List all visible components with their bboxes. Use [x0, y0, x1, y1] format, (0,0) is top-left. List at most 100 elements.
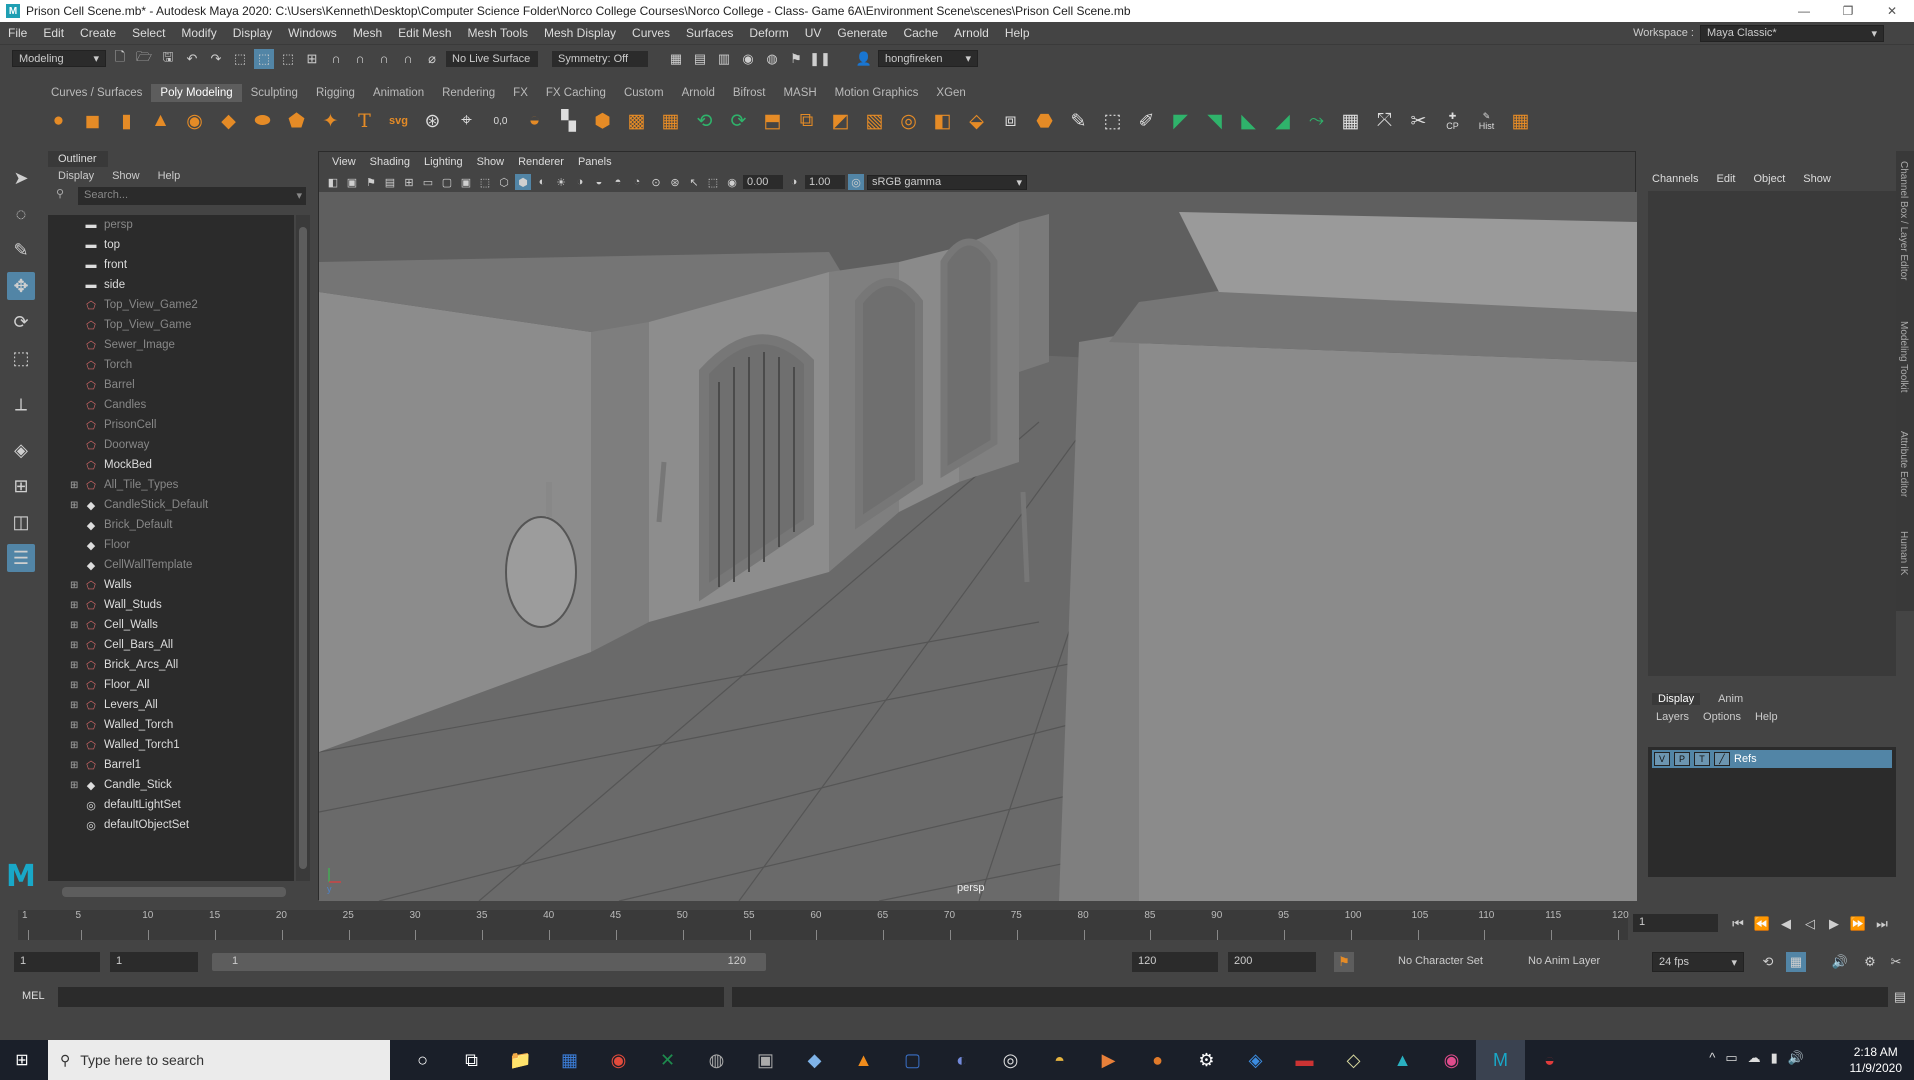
paint-select-icon[interactable]: ✎ [7, 236, 35, 264]
shelf-tab-rigging[interactable]: Rigging [307, 84, 364, 102]
outliner-item-barrel1[interactable]: ⊞ ⬠ Barrel1 [48, 755, 294, 775]
arnold-render-icon[interactable]: ⚑ [786, 49, 806, 69]
cache-playback-icon[interactable]: ▦ [1786, 952, 1806, 972]
snap-view-icon[interactable]: ∩ [374, 49, 394, 69]
type-text-icon[interactable]: T [350, 107, 379, 136]
outliner-search-input[interactable]: Search... ▾ [78, 187, 306, 205]
script-editor-icon[interactable]: ▤ [1890, 987, 1910, 1007]
expand-icon[interactable]: ⊞ [70, 660, 82, 671]
app-icon-4[interactable]: ▢ [888, 1040, 937, 1080]
media-player-icon[interactable]: ▶ [1084, 1040, 1133, 1080]
app-icon-2[interactable]: ▣ [741, 1040, 790, 1080]
select-tool-icon[interactable]: ➤ [7, 164, 35, 192]
motion-blur-icon[interactable]: ◓ [610, 174, 626, 190]
exposure-field[interactable]: 0.00 [743, 175, 783, 189]
menu-mesh-tools[interactable]: Mesh Tools [460, 26, 536, 40]
symmetrize-icon[interactable]: ⟳ [724, 107, 753, 136]
append-polygon-icon[interactable]: ▧ [860, 107, 889, 136]
outliner-item-brick-default[interactable]: ◆ Brick_Default [48, 515, 294, 535]
mirror-icon[interactable]: ⟲ [690, 107, 719, 136]
symmetry-field[interactable]: Symmetry: Off [552, 50, 648, 67]
anim-start-field[interactable]: 1 [14, 952, 100, 972]
expand-icon[interactable]: ⊞ [70, 780, 82, 791]
poly-cube-icon[interactable]: ◼ [78, 107, 107, 136]
chevron-up-icon[interactable]: ^ [1709, 1050, 1715, 1066]
collapse-icon[interactable]: ⬙ [962, 107, 991, 136]
outliner-menu-display[interactable]: Display [58, 167, 94, 185]
super-shape-icon[interactable]: ✦ [316, 107, 345, 136]
close-icon[interactable]: ✕ [1870, 0, 1914, 22]
image-plane-icon[interactable]: ▤ [382, 174, 398, 190]
outliner-item-cellwalltemplate[interactable]: ◆ CellWallTemplate [48, 555, 294, 575]
outliner-item-floor-all[interactable]: ⊞ ⬠ Floor_All [48, 675, 294, 695]
network-icon[interactable]: ▭ [1725, 1050, 1737, 1066]
freeze-icon[interactable]: ▦ [1506, 107, 1535, 136]
expand-icon[interactable]: ⊞ [70, 500, 82, 511]
ambient-occlusion-icon[interactable]: ◒ [591, 174, 607, 190]
character-set-field[interactable]: No Character Set [1392, 952, 1508, 972]
shelf-tab-rendering[interactable]: Rendering [433, 84, 504, 102]
expand-icon[interactable]: ⊞ [70, 580, 82, 591]
scale-tool-icon[interactable]: ⬚ [7, 344, 35, 372]
file-explorer-icon[interactable]: 📁 [496, 1040, 545, 1080]
anim-end-field[interactable]: 200 [1228, 952, 1316, 972]
windows-start-icon[interactable]: ⊞ [12, 1050, 32, 1070]
wireframe-icon[interactable]: ⬡ [496, 174, 512, 190]
isolate-select-icon[interactable]: ⊙ [648, 174, 664, 190]
uv-cut-icon[interactable]: ⤳ [1302, 107, 1331, 136]
film-gate-icon[interactable]: ▭ [420, 174, 436, 190]
outliner-scrollbar[interactable] [296, 215, 310, 881]
cortana-icon[interactable]: ○ [398, 1040, 447, 1080]
auto-key-icon[interactable]: ⚑ [1334, 952, 1354, 972]
character-icon[interactable]: ✂ [1886, 952, 1906, 972]
outliner-item-top[interactable]: ▬ top [48, 235, 294, 255]
expand-icon[interactable]: ⊞ [70, 760, 82, 771]
poly-sphere-icon[interactable]: ● [44, 107, 73, 136]
menu-help[interactable]: Help [997, 26, 1038, 40]
cursor-icon[interactable]: ↖ [686, 174, 702, 190]
scrollbar-thumb[interactable] [299, 227, 307, 869]
timeline-track[interactable]: 1 5 10 15 20 25 30 35 40 45 50 55 60 65 70 75 80 85 90 95 10… [18, 910, 1629, 940]
outliner-item-defaultlightset[interactable]: ◎ defaultLightSet [48, 795, 294, 815]
menu-surfaces[interactable]: Surfaces [678, 26, 741, 40]
bridge-icon[interactable]: ⧉ [792, 107, 821, 136]
outliner-menu-help[interactable]: Help [158, 167, 181, 185]
sound-icon[interactable]: 🔊 [1830, 952, 1850, 972]
go-to-start-icon[interactable]: ⏮ [1728, 914, 1748, 934]
extrude-icon[interactable]: ⬒ [758, 107, 787, 136]
sweep-mesh-icon[interactable]: ⊛ [418, 107, 447, 136]
app-icon-11[interactable]: ◒ [1525, 1040, 1574, 1080]
ipr-render-icon[interactable]: ▥ [714, 49, 734, 69]
outliner-item-persp[interactable]: ▬ persp [48, 215, 294, 235]
render-view-icon[interactable]: ▤ [690, 49, 710, 69]
menu-uv[interactable]: UV [797, 26, 830, 40]
rotate-tool-icon[interactable]: ⟳ [7, 308, 35, 336]
grid-icon[interactable]: ⊞ [401, 174, 417, 190]
volume-icon[interactable]: 🔊 [1788, 1050, 1804, 1066]
shelf-tab-fx-caching[interactable]: FX Caching [537, 84, 615, 102]
separate-icon[interactable]: ▚ [554, 107, 583, 136]
poly-torus-icon[interactable]: ◉ [180, 107, 209, 136]
expand-icon[interactable]: ⊞ [70, 480, 82, 491]
menu-display[interactable]: Display [225, 26, 280, 40]
poly-cone-icon[interactable]: ▲ [146, 107, 175, 136]
outliner-item-walled-torch[interactable]: ⊞ ⬠ Walled_Torch [48, 715, 294, 735]
expand-icon[interactable]: ⊞ [70, 700, 82, 711]
maximize-icon[interactable]: ❐ [1826, 0, 1870, 22]
undo-icon[interactable]: ↶ [182, 49, 202, 69]
taskbar-search-input[interactable]: ⚲ Type here to search [48, 1040, 390, 1080]
app-icon-9[interactable]: ▲ [1378, 1040, 1427, 1080]
vlc-icon[interactable]: ▲ [839, 1040, 888, 1080]
shelf-tab-bifrost[interactable]: Bifrost [724, 84, 775, 102]
bevel-icon[interactable]: ⌖ [452, 107, 481, 136]
outliner-item-barrel[interactable]: ⬠ Barrel [48, 375, 294, 395]
camera-attr-icon[interactable]: ▣ [344, 174, 360, 190]
menuset-dropdown[interactable]: Modeling ▾ [12, 50, 106, 67]
channelbox-menu-show[interactable]: Show [1803, 173, 1831, 185]
last-tool-icon[interactable]: ⟂ [7, 390, 35, 418]
extract-icon[interactable]: ▦ [656, 107, 685, 136]
poly-cylinder-icon[interactable]: ▮ [112, 107, 141, 136]
pause-icon[interactable]: ❚❚ [809, 49, 831, 69]
menu-windows[interactable]: Windows [280, 26, 345, 40]
expand-icon[interactable]: ⊞ [70, 620, 82, 631]
